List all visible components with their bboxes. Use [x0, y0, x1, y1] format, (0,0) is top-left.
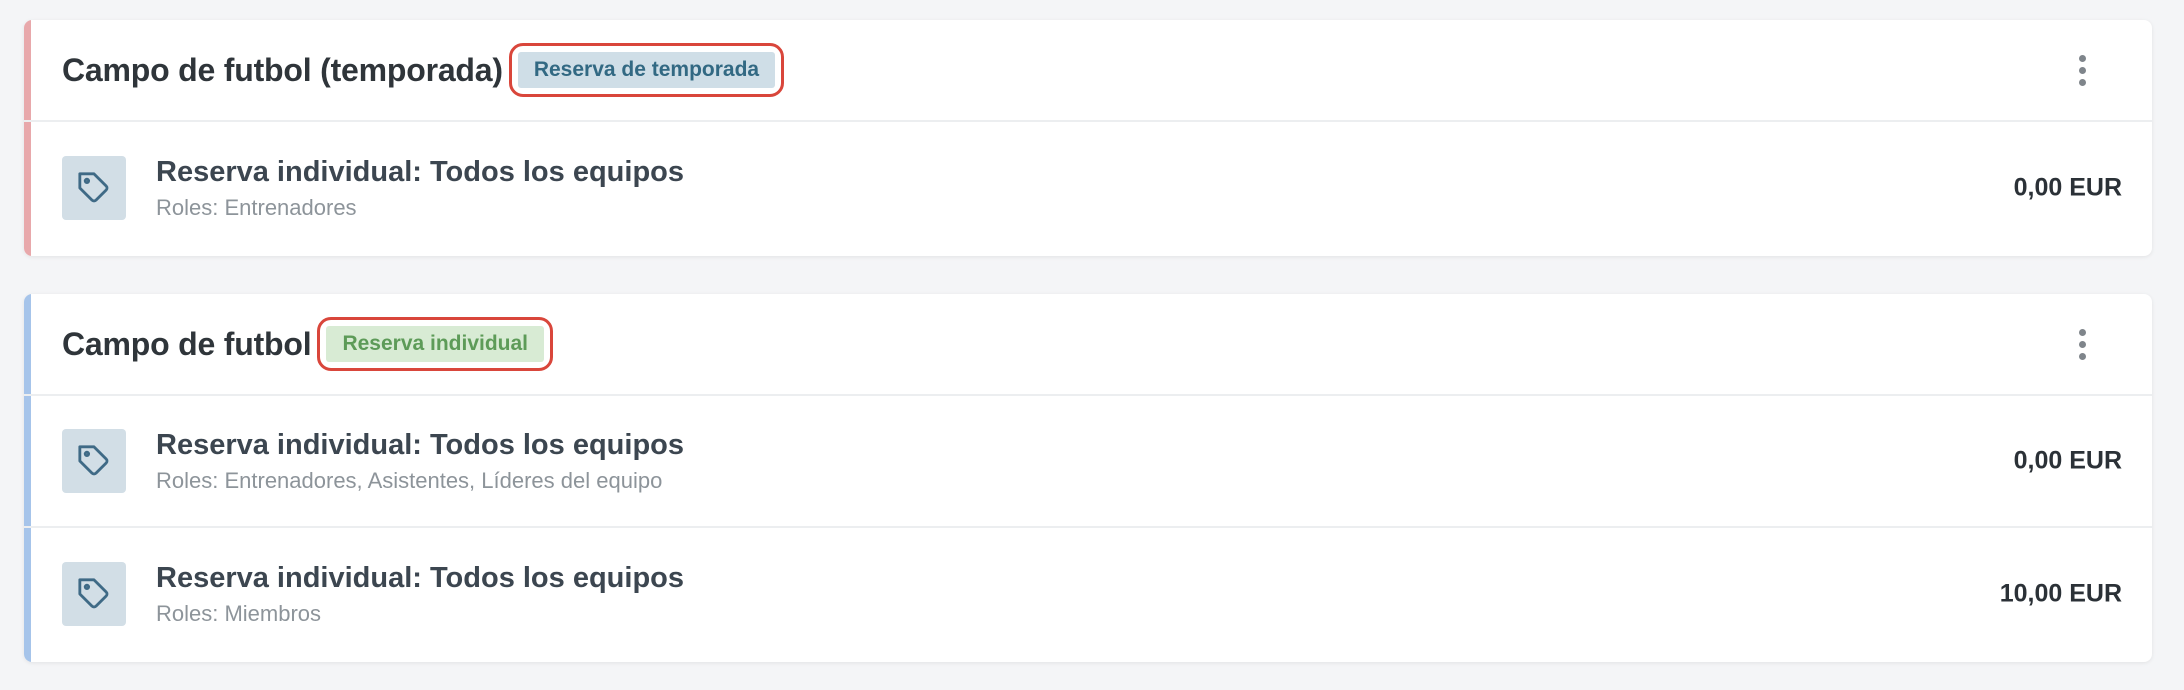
booking-type-badge: Reserva individual — [326, 326, 545, 362]
card-title: Campo de futbol — [62, 325, 312, 362]
price-roles: Roles: Miembros — [156, 600, 322, 626]
pricing-card-season: Campo de futbol (temporada) Reserva de t… — [24, 20, 2152, 256]
price-roles: Roles: Entrenadores — [156, 194, 357, 220]
price-row[interactable]: Reserva individual: Todos los equipos Ro… — [24, 122, 2152, 254]
row-text: Reserva individual: Todos los equipos Ro… — [156, 429, 684, 494]
card-header: Campo de futbol Reserva individual — [24, 294, 2152, 396]
pricing-card-individual: Campo de futbol Reserva individual Reser… — [24, 294, 2152, 662]
tag-icon — [62, 429, 126, 493]
price-roles: Roles: Entrenadores, Asistentes, Líderes… — [156, 467, 663, 493]
price-row[interactable]: Reserva individual: Todos los equipos Ro… — [24, 528, 2152, 660]
card-title: Campo de futbol (temporada) — [62, 51, 503, 88]
price-amount: 10,00 EUR — [1999, 579, 2122, 608]
kebab-menu-icon — [2078, 328, 2086, 336]
more-options-button[interactable] — [2064, 322, 2100, 366]
kebab-menu-icon — [2078, 54, 2086, 62]
price-amount: 0,00 EUR — [2013, 446, 2122, 475]
badge-highlight: Reserva individual — [317, 317, 554, 371]
price-title: Reserva individual: Todos los equipos — [156, 561, 685, 594]
row-text: Reserva individual: Todos los equipos Ro… — [156, 156, 684, 221]
price-row[interactable]: Reserva individual: Todos los equipos Ro… — [24, 396, 2152, 528]
card-header: Campo de futbol (temporada) Reserva de t… — [24, 20, 2152, 122]
row-text: Reserva individual: Todos los equipos Ro… — [156, 562, 684, 627]
price-amount: 0,00 EUR — [2013, 173, 2122, 202]
more-options-button[interactable] — [2064, 48, 2100, 92]
tag-icon — [62, 562, 126, 626]
badge-highlight: Reserva de temporada — [508, 43, 785, 97]
price-title: Reserva individual: Todos los equipos — [156, 428, 685, 461]
booking-type-badge: Reserva de temporada — [517, 52, 776, 88]
tag-icon — [62, 156, 126, 220]
price-title: Reserva individual: Todos los equipos — [156, 155, 685, 188]
